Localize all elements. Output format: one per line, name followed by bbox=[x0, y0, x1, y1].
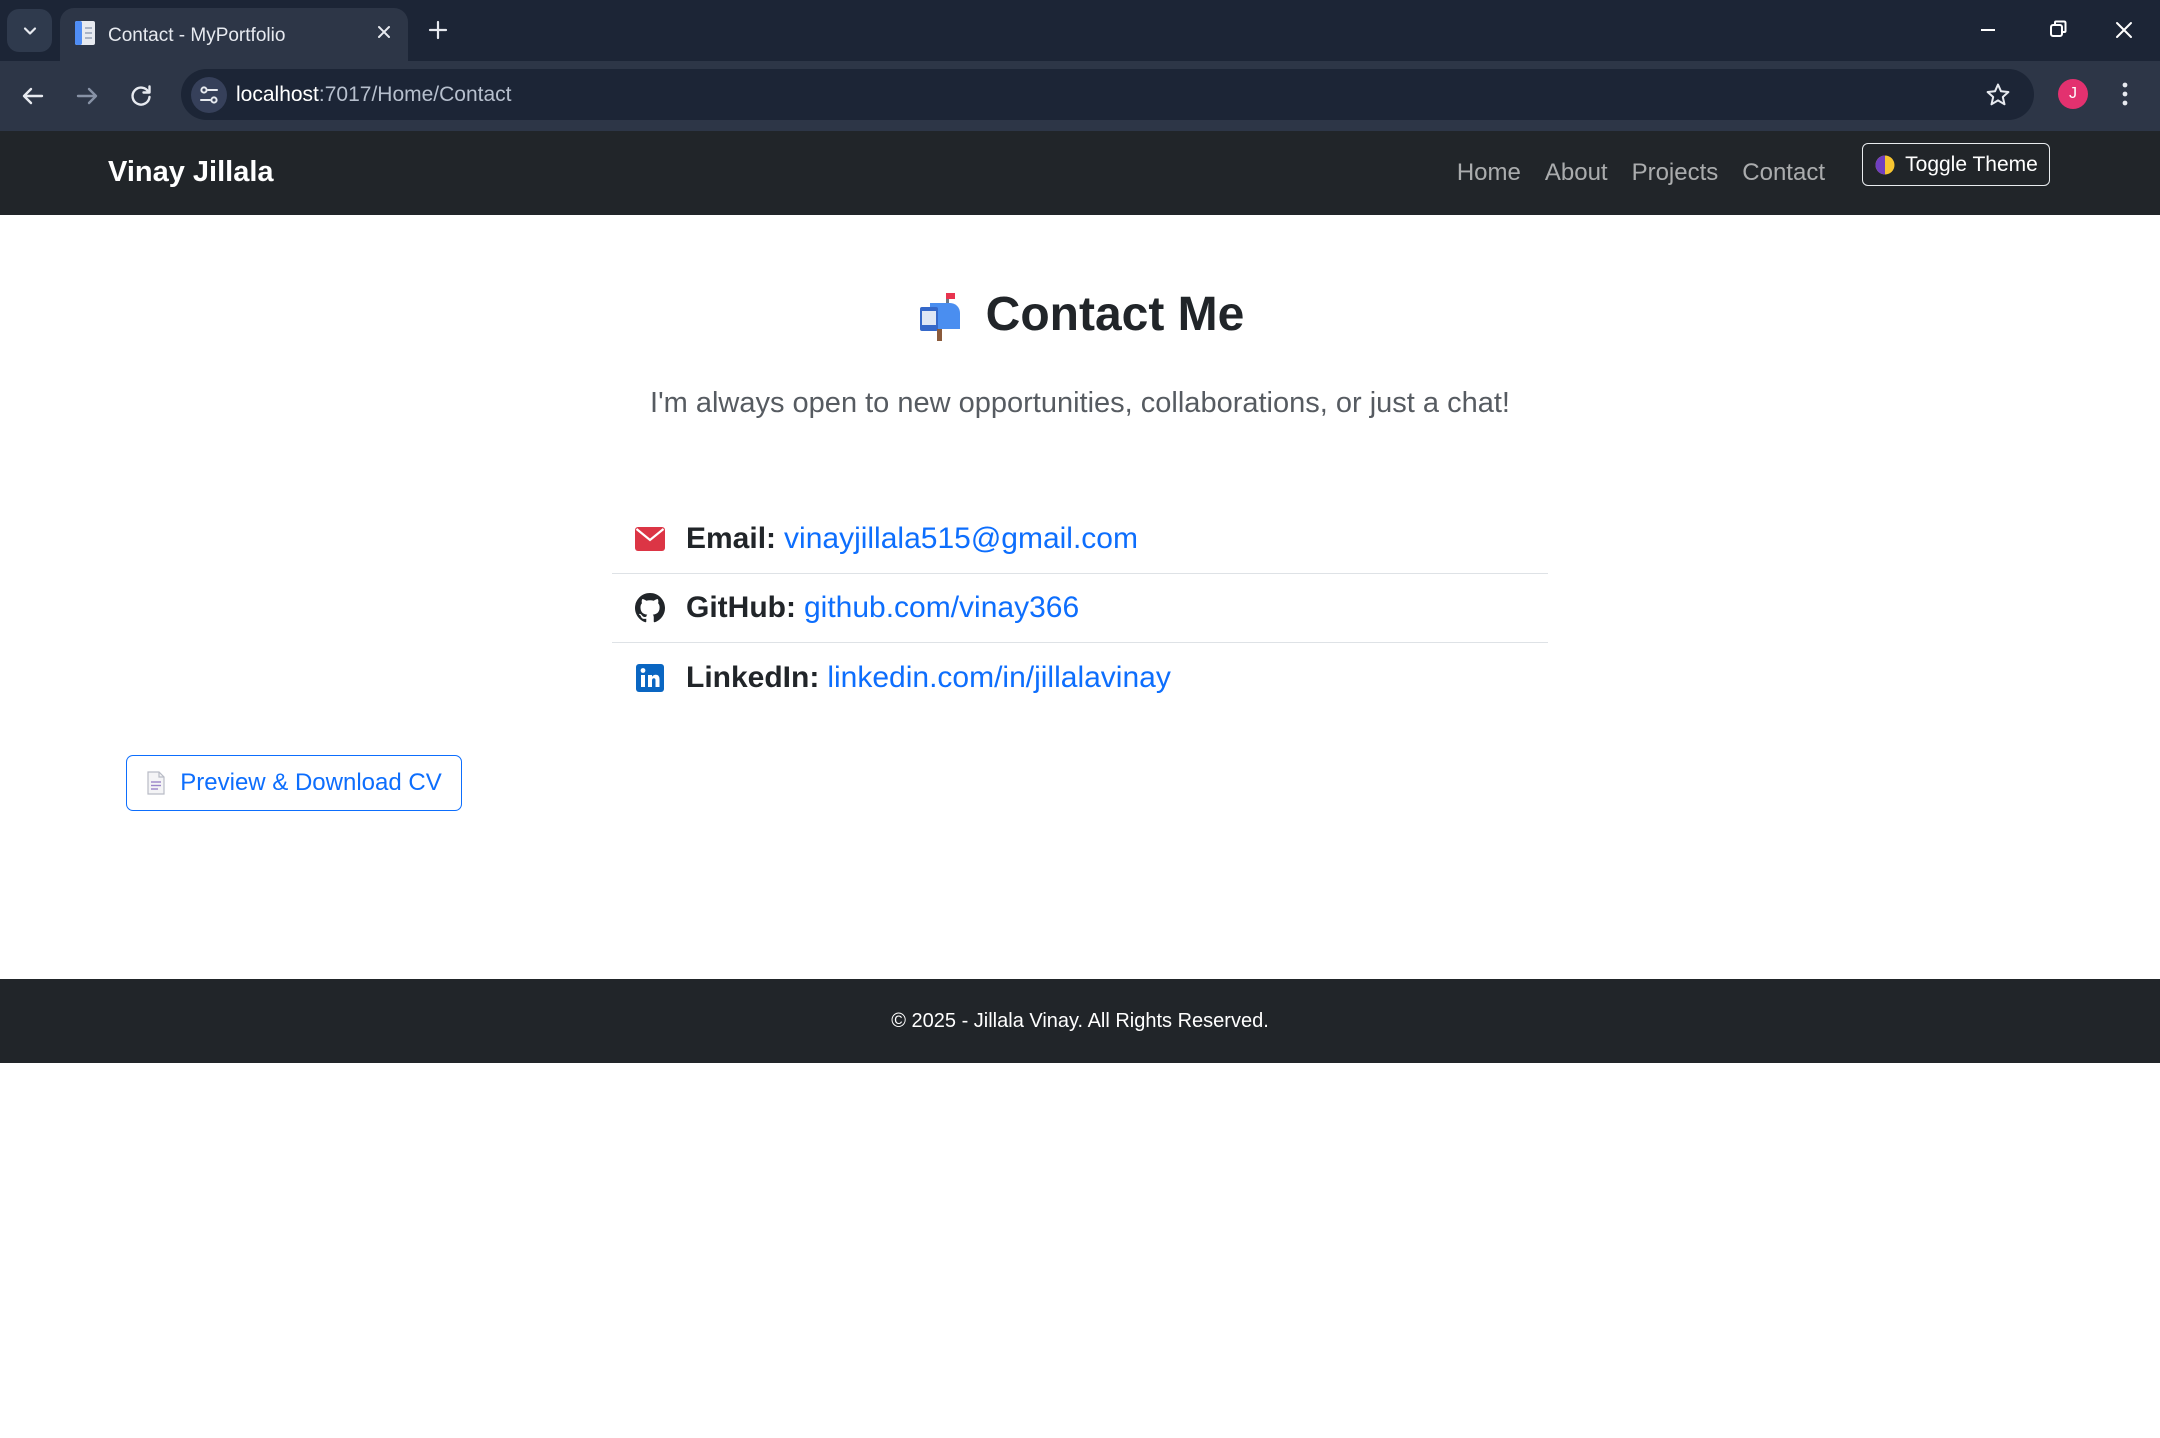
half-moon-icon bbox=[1875, 155, 1895, 174]
toggle-theme-label: Toggle Theme bbox=[1905, 152, 2038, 176]
site-info-button[interactable] bbox=[191, 77, 227, 113]
chevron-down-icon bbox=[23, 26, 36, 35]
page-subtitle: I'm always open to new opportunities, co… bbox=[650, 387, 1510, 419]
envelope-icon bbox=[635, 527, 665, 551]
browser-toolbar: localhost:7017/Home/Contact J bbox=[0, 61, 2160, 131]
forward-arrow-icon[interactable] bbox=[72, 81, 102, 111]
url-host: localhost bbox=[236, 83, 319, 106]
contact-icon-wrap bbox=[634, 663, 666, 692]
browser-tab-active[interactable]: Contact - MyPortfolio bbox=[60, 8, 408, 61]
address-bar[interactable]: localhost:7017/Home/Contact bbox=[181, 69, 2034, 120]
url-path: :7017/Home/Contact bbox=[318, 83, 512, 106]
tab-search-button[interactable] bbox=[7, 9, 52, 52]
contact-item-linkedin: LinkedIn: linkedin.com/in/jillalavinay bbox=[612, 643, 1548, 712]
url-text[interactable]: localhost:7017/Home/Contact bbox=[236, 83, 512, 107]
reload-icon[interactable] bbox=[126, 81, 156, 111]
download-cv-button[interactable]: Preview & Download CV bbox=[126, 755, 462, 811]
site-navbar: Vinay Jillala Home About Projects Contac… bbox=[0, 131, 2160, 215]
back-arrow-icon[interactable] bbox=[18, 81, 48, 111]
mailbox-icon bbox=[919, 292, 960, 341]
page-favicon-icon bbox=[75, 21, 95, 45]
profile-avatar[interactable]: J bbox=[2058, 79, 2088, 109]
tab-title: Contact - MyPortfolio bbox=[108, 25, 286, 46]
close-window-icon[interactable] bbox=[2112, 14, 2136, 46]
contact-label: LinkedIn: bbox=[686, 660, 820, 694]
more-options-icon[interactable] bbox=[2118, 79, 2132, 109]
download-cv-label: Preview & Download CV bbox=[180, 769, 442, 796]
contact-icon-wrap bbox=[634, 527, 666, 551]
site-brand[interactable]: Vinay Jillala bbox=[108, 156, 274, 189]
github-icon bbox=[635, 593, 665, 623]
nav-links: Home About Projects Contact bbox=[1457, 159, 1825, 187]
contact-item-github: GitHub: github.com/vinay366 bbox=[612, 574, 1548, 643]
nav-link-home[interactable]: Home bbox=[1457, 159, 1521, 187]
new-tab-icon[interactable] bbox=[424, 14, 452, 46]
contact-label: GitHub: bbox=[686, 591, 796, 624]
nav-link-projects[interactable]: Projects bbox=[1632, 159, 1719, 187]
document-icon bbox=[147, 771, 165, 795]
contact-item-email: Email: vinayjillala515@gmail.com bbox=[612, 505, 1548, 574]
email-link[interactable]: vinayjillala515@gmail.com bbox=[784, 522, 1138, 556]
linkedin-icon bbox=[636, 663, 664, 692]
contact-list: Email: vinayjillala515@gmail.com GitHub:… bbox=[612, 505, 1548, 712]
contact-icon-wrap bbox=[634, 593, 666, 623]
nav-link-contact[interactable]: Contact bbox=[1742, 159, 1825, 187]
tune-icon bbox=[200, 86, 218, 104]
bookmark-star-icon[interactable] bbox=[1984, 81, 2012, 109]
github-link[interactable]: github.com/vinay366 bbox=[804, 591, 1079, 625]
site-footer: © 2025 - Jillala Vinay. All Rights Reser… bbox=[0, 979, 2160, 1063]
footer-copyright: © 2025 - Jillala Vinay. All Rights Reser… bbox=[891, 1009, 1269, 1032]
minimize-icon[interactable] bbox=[1976, 14, 2000, 46]
browser-tab-strip: Contact - MyPortfolio bbox=[0, 0, 2160, 61]
contact-label: Email: bbox=[686, 522, 777, 555]
page-title: Contact Me bbox=[985, 288, 1245, 341]
contact-page: Contact Me I'm always open to new opport… bbox=[0, 215, 2160, 979]
contact-heading-row: Contact Me bbox=[0, 287, 2160, 342]
close-tab-icon[interactable] bbox=[374, 22, 394, 42]
restore-window-icon[interactable] bbox=[2046, 14, 2070, 46]
linkedin-link[interactable]: linkedin.com/in/jillalavinay bbox=[827, 661, 1171, 695]
nav-link-about[interactable]: About bbox=[1545, 159, 1608, 187]
toggle-theme-button[interactable]: Toggle Theme bbox=[1862, 143, 2050, 186]
